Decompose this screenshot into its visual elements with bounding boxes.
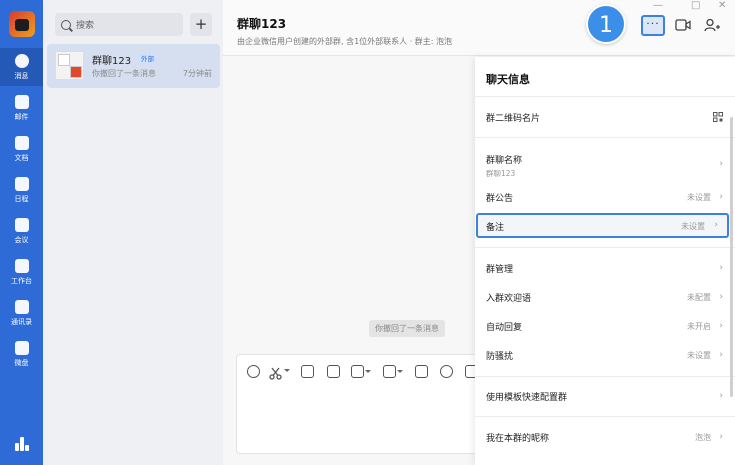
row-value: 未设置 bbox=[681, 222, 705, 231]
info-panel-scrollbar[interactable] bbox=[730, 117, 733, 397]
drive-icon bbox=[14, 340, 29, 355]
add-member-icon[interactable] bbox=[704, 18, 720, 32]
chat-title: 群聊123 bbox=[237, 17, 287, 31]
nav-label: 工作台 bbox=[11, 276, 32, 285]
chat-info-panel: 聊天信息 群二维码名片 群聊名称 群聊123 › 群公告 未设置 › 备注 未设… bbox=[475, 57, 735, 465]
row-label: 群管理 bbox=[486, 265, 514, 275]
row-value: 未设置 bbox=[687, 193, 711, 202]
maximize-icon[interactable]: □ bbox=[691, 0, 700, 11]
nav-item-drive[interactable]: 微盘 bbox=[0, 335, 43, 373]
row-label: 入群欢迎语 bbox=[486, 294, 532, 304]
info-row-auto-reply[interactable]: 自动回复 未开启 › bbox=[475, 314, 735, 338]
todo-icon[interactable] bbox=[351, 365, 371, 378]
nav-item-meeting[interactable]: 会议 bbox=[0, 212, 43, 250]
qr-code-icon bbox=[713, 112, 723, 122]
document-icon bbox=[14, 135, 29, 150]
message-composer[interactable] bbox=[236, 354, 486, 454]
row-value: 泡泡 bbox=[695, 433, 711, 442]
info-row-group-name[interactable]: 群聊名称 群聊123 › bbox=[475, 147, 735, 181]
row-label: 群聊名称 bbox=[486, 156, 523, 166]
conversation-preview: 你撤回了一条消息 bbox=[92, 69, 156, 78]
add-button[interactable]: + bbox=[190, 13, 212, 36]
contacts-icon bbox=[14, 299, 29, 314]
close-icon[interactable]: ✕ bbox=[718, 0, 726, 11]
search-input[interactable]: 搜索 bbox=[55, 13, 183, 36]
step-1-badge: 1 bbox=[586, 4, 626, 44]
image-icon[interactable] bbox=[301, 365, 314, 378]
row-label: 备注 bbox=[486, 223, 505, 233]
nav-item-docs[interactable]: 文档 bbox=[0, 130, 43, 168]
info-row-nickname[interactable]: 我在本群的昵称 泡泡 › bbox=[475, 425, 735, 449]
search-placeholder: 搜索 bbox=[76, 21, 95, 31]
chevron-right-icon: › bbox=[719, 350, 723, 360]
workbench-icon bbox=[14, 258, 29, 273]
more-options-button[interactable]: ··· bbox=[641, 15, 665, 36]
chevron-right-icon: › bbox=[719, 159, 723, 169]
more-tools-icon[interactable] bbox=[440, 365, 453, 378]
info-panel-title: 聊天信息 bbox=[486, 73, 530, 86]
nav-item-messages[interactable]: 消息 bbox=[0, 48, 43, 86]
redpacket-icon[interactable] bbox=[415, 365, 428, 378]
nav-label: 微盘 bbox=[14, 358, 29, 367]
nav-item-calendar[interactable]: 日程 bbox=[0, 171, 43, 209]
folder-icon[interactable] bbox=[383, 365, 403, 378]
conversation-item[interactable]: 群聊123 外部 你撤回了一条消息 7分钟前 bbox=[47, 44, 220, 88]
info-row-group-manage[interactable]: 群管理 › bbox=[475, 256, 735, 280]
nav-item-workbench[interactable]: 工作台 bbox=[0, 253, 43, 291]
row-value: 群聊123 bbox=[486, 169, 516, 178]
external-tag: 外部 bbox=[138, 54, 157, 64]
row-label: 防骚扰 bbox=[486, 352, 514, 362]
user-avatar[interactable] bbox=[9, 11, 35, 37]
row-label: 群公告 bbox=[486, 194, 514, 204]
info-row-remark[interactable]: 备注 未设置 › bbox=[476, 213, 729, 238]
row-value: 未开启 bbox=[687, 322, 711, 331]
chevron-right-icon: › bbox=[719, 263, 723, 273]
nav-item-contacts[interactable]: 通讯录 bbox=[0, 294, 43, 332]
chevron-right-icon: › bbox=[719, 432, 723, 442]
video-call-icon[interactable] bbox=[675, 18, 691, 32]
conversation-list-panel: 搜索 + 群聊123 外部 你撤回了一条消息 7分钟前 bbox=[43, 0, 223, 465]
row-label: 使用模板快速配置群 bbox=[486, 393, 568, 403]
info-row-welcome[interactable]: 入群欢迎语 未配置 › bbox=[475, 285, 735, 309]
nav-label: 日程 bbox=[14, 194, 29, 203]
minimize-icon[interactable]: — bbox=[653, 0, 663, 11]
meeting-icon bbox=[14, 217, 29, 232]
chevron-right-icon: › bbox=[714, 220, 718, 230]
mail-icon bbox=[14, 94, 29, 109]
chevron-right-icon: › bbox=[719, 391, 723, 401]
nav-label: 文档 bbox=[14, 153, 29, 162]
chevron-right-icon: › bbox=[719, 292, 723, 302]
conversation-time: 7分钟前 bbox=[182, 69, 212, 78]
recall-notice: 你撤回了一条消息 bbox=[369, 320, 445, 337]
group-avatar bbox=[55, 51, 84, 80]
calendar-icon bbox=[14, 176, 29, 191]
emoji-icon[interactable] bbox=[247, 365, 260, 378]
row-label: 我在本群的昵称 bbox=[486, 434, 550, 444]
more-apps-icon[interactable] bbox=[15, 437, 29, 451]
info-row-dnd[interactable]: 防骚扰 未设置 › bbox=[475, 343, 735, 367]
row-label: 群二维码名片 bbox=[486, 114, 541, 124]
left-nav-rail: 消息 邮件 文档 日程 会议 工作台 通讯录 微盘 bbox=[0, 0, 43, 465]
chevron-right-icon: › bbox=[719, 321, 723, 331]
row-value: 未设置 bbox=[687, 351, 711, 360]
chat-header: 群聊123 由企业微信用户创建的外部群, 含1位外部联系人 · 群主: 泡泡 —… bbox=[223, 0, 735, 56]
info-row-qr-card[interactable]: 群二维码名片 bbox=[475, 105, 735, 129]
info-row-template[interactable]: 使用模板快速配置群 › bbox=[475, 384, 735, 408]
row-value: 未配置 bbox=[687, 293, 711, 302]
nav-label: 消息 bbox=[14, 71, 29, 80]
info-row-notice[interactable]: 群公告 未设置 › bbox=[475, 185, 735, 209]
nav-label: 会议 bbox=[14, 235, 29, 244]
chevron-right-icon: › bbox=[719, 192, 723, 202]
chat-description: 由企业微信用户创建的外部群, 含1位外部联系人 · 群主: 泡泡 bbox=[237, 37, 453, 46]
chat-bubble-icon bbox=[14, 53, 29, 68]
scissors-icon[interactable] bbox=[269, 365, 290, 380]
note-icon[interactable] bbox=[327, 365, 340, 378]
conversation-name: 群聊123 bbox=[92, 56, 132, 67]
search-icon bbox=[61, 19, 71, 30]
nav-item-mail[interactable]: 邮件 bbox=[0, 89, 43, 127]
nav-label: 通讯录 bbox=[11, 317, 32, 326]
nav-label: 邮件 bbox=[14, 112, 29, 121]
row-label: 自动回复 bbox=[486, 323, 523, 333]
